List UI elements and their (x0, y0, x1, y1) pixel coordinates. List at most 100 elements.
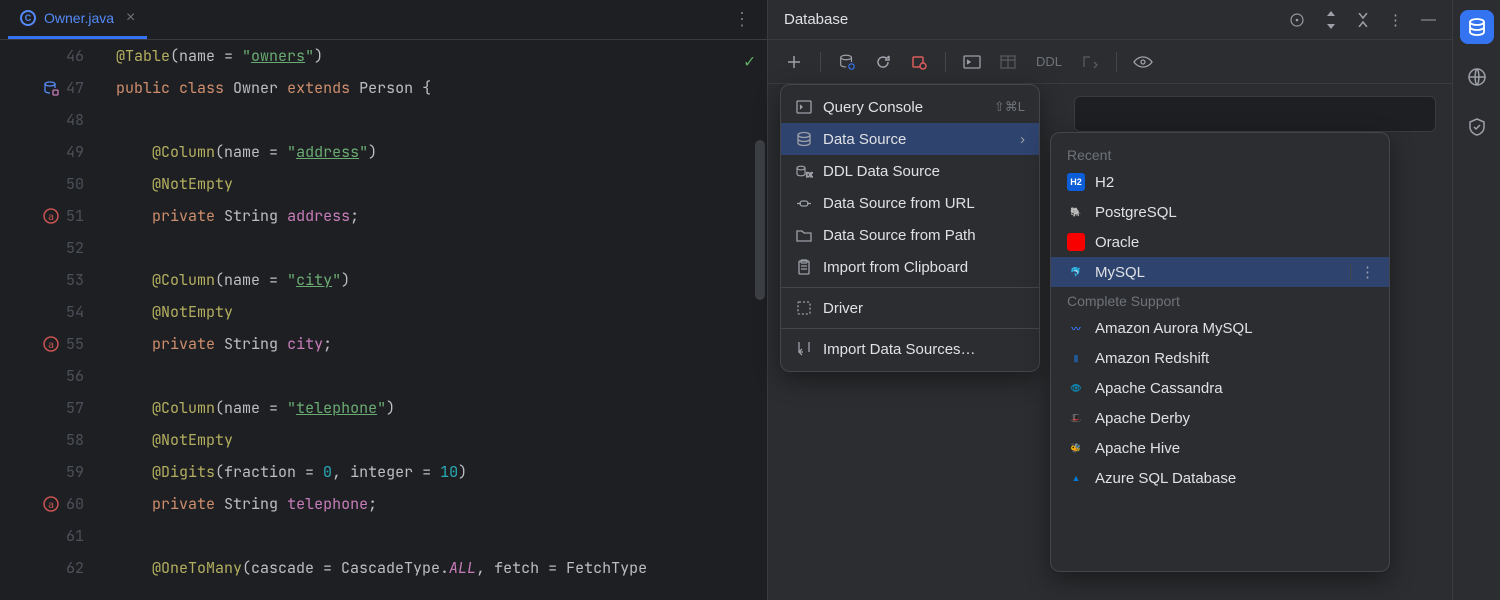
gutter-line[interactable]: 58 (0, 424, 92, 456)
code-area[interactable]: @Table(name = "owners")public class Owne… (100, 40, 767, 600)
menu-item-import-data-sources-[interactable]: Import Data Sources… (781, 333, 1039, 365)
datasource-option-oracle[interactable]: Oracle (1051, 227, 1389, 257)
target-icon[interactable] (1288, 11, 1306, 29)
tab-filename: Owner.java (44, 10, 114, 26)
code-line[interactable]: @Column(name = "address") (116, 136, 767, 168)
gutter-line[interactable]: 52 (0, 232, 92, 264)
code-line[interactable] (116, 360, 767, 392)
autowired-gutter-icon[interactable]: a (42, 335, 60, 353)
code-line[interactable]: public class Owner extends Person { (116, 72, 767, 104)
datasource-option-apache-derby[interactable]: 🎩Apache Derby (1051, 403, 1389, 433)
scrollbar-vertical[interactable] (755, 140, 765, 300)
inspection-ok-icon[interactable]: ✓ (744, 46, 755, 78)
add-button[interactable] (780, 48, 808, 76)
minimize-icon[interactable]: — (1421, 11, 1436, 28)
datasource-option-amazon-redshift[interactable]: ▮Amazon Redshift (1051, 343, 1389, 373)
menu-item-data-source-from-url[interactable]: Data Source from URL (781, 187, 1039, 219)
menu-item-label: Data Source from Path (823, 227, 976, 244)
datasource-option-amazon-aurora-mysql[interactable]: 〰Amazon Aurora MySQL (1051, 313, 1389, 343)
code-line[interactable]: @OneToMany(cascade = CascadeType.ALL, fe… (116, 552, 767, 584)
navigate-button[interactable] (1076, 48, 1104, 76)
autowired-gutter-icon[interactable]: a (42, 495, 60, 513)
datasource-name: Oracle (1095, 234, 1139, 251)
menu-item-ddl-data-source[interactable]: DDLDDL Data Source (781, 155, 1039, 187)
gutter-line[interactable]: 49 (0, 136, 92, 168)
code-line[interactable]: private String telephone; (116, 488, 767, 520)
datasource-name: Amazon Aurora MySQL (1095, 320, 1253, 337)
menu-item-data-source-from-path[interactable]: Data Source from Path (781, 219, 1039, 251)
code-line[interactable]: private String address; (116, 200, 767, 232)
web-tool-button[interactable] (1460, 60, 1494, 94)
code-line[interactable]: @Digits(fraction = 0, integer = 10) (116, 456, 767, 488)
menu-item-query-console[interactable]: Query Console⇧⌘L (781, 91, 1039, 123)
menu-item-label: Import from Clipboard (823, 259, 968, 276)
gutter-line[interactable]: 48 (0, 104, 92, 136)
menu-item-data-source[interactable]: Data Source › (781, 123, 1039, 155)
datasource-name: MySQL (1095, 264, 1145, 281)
code-line[interactable] (116, 520, 767, 552)
gutter-line[interactable]: 47 (0, 72, 92, 104)
shield-tool-button[interactable] (1460, 110, 1494, 144)
menu-separator (781, 287, 1039, 288)
more-icon[interactable]: ⋮ (1388, 11, 1403, 29)
code-line[interactable]: @NotEmpty (116, 296, 767, 328)
chevron-right-icon: › (1020, 131, 1025, 148)
code-line[interactable]: private String city; (116, 328, 767, 360)
collapse-icon[interactable] (1356, 13, 1370, 27)
close-icon[interactable]: × (126, 9, 135, 27)
view-button[interactable] (1129, 48, 1157, 76)
datasource-option-h-[interactable]: H2H2 (1051, 167, 1389, 197)
menu-item-driver[interactable]: Driver (781, 292, 1039, 324)
gutter-line[interactable]: 50 (0, 168, 92, 200)
code-line[interactable]: @Column(name = "telephone") (116, 392, 767, 424)
gutter-line[interactable]: 56 (0, 360, 92, 392)
code-line[interactable]: @Table(name = "owners") (116, 40, 767, 72)
tab-owner-java[interactable]: C Owner.java × (8, 0, 147, 39)
code-line[interactable] (116, 232, 767, 264)
database-tool-button[interactable] (1460, 10, 1494, 44)
menu-item-label: Data Source from URL (823, 195, 975, 212)
menu-item-label: Data Source (823, 131, 906, 148)
db-logo-icon: H2 (1067, 173, 1085, 191)
tab-more-icon[interactable]: ⋮ (725, 9, 759, 30)
gutter-line[interactable]: 53 (0, 264, 92, 296)
db-gutter-icon[interactable] (42, 79, 60, 97)
expand-icon[interactable] (1324, 11, 1338, 29)
datasource-option-postgresql[interactable]: 🐘PostgreSQL (1051, 197, 1389, 227)
gutter-line[interactable]: 61 (0, 520, 92, 552)
db-logo-icon (1067, 233, 1085, 251)
code-line[interactable]: @NotEmpty (116, 168, 767, 200)
datasource-submenu: RecentH2H2🐘PostgreSQLOracle🐬MySQLComplet… (1050, 132, 1390, 572)
datasource-name: Azure SQL Database (1095, 470, 1236, 487)
gutter-line[interactable]: a60 (0, 488, 92, 520)
autowired-gutter-icon[interactable]: a (42, 207, 60, 225)
menu-separator (781, 328, 1039, 329)
datasource-option-azure-sql-database[interactable]: ▲Azure SQL Database (1051, 463, 1389, 493)
class-icon: C (20, 10, 36, 26)
stop-button[interactable] (905, 48, 933, 76)
url-icon (795, 194, 813, 212)
gutter-line[interactable]: 59 (0, 456, 92, 488)
ddl-button[interactable]: DDL (1030, 54, 1068, 69)
search-input[interactable] (1074, 96, 1436, 132)
gutter-line[interactable]: 46 (0, 40, 92, 72)
gutter-line[interactable]: a51 (0, 200, 92, 232)
editor-body[interactable]: ✓ 4647484950a51525354a5556575859a606162 … (0, 40, 767, 600)
code-line[interactable]: @Column(name = "city") (116, 264, 767, 296)
jump-to-console-button[interactable] (958, 48, 986, 76)
gutter-line[interactable]: 62 (0, 552, 92, 584)
gutter-line[interactable]: a55 (0, 328, 92, 360)
shortcut: ⇧⌘L (994, 99, 1025, 115)
editor-panel: C Owner.java × ⋮ ✓ 4647484950a51525354a5… (0, 0, 768, 600)
code-line[interactable] (116, 104, 767, 136)
table-view-button[interactable] (994, 48, 1022, 76)
datasource-option-mysql[interactable]: 🐬MySQL (1051, 257, 1389, 287)
datasource-properties-button[interactable] (833, 48, 861, 76)
code-line[interactable]: @NotEmpty (116, 424, 767, 456)
gutter-line[interactable]: 54 (0, 296, 92, 328)
datasource-option-apache-cassandra[interactable]: 👁Apache Cassandra (1051, 373, 1389, 403)
gutter-line[interactable]: 57 (0, 392, 92, 424)
datasource-option-apache-hive[interactable]: 🐝Apache Hive (1051, 433, 1389, 463)
refresh-button[interactable] (869, 48, 897, 76)
menu-item-import-from-clipboard[interactable]: Import from Clipboard (781, 251, 1039, 283)
